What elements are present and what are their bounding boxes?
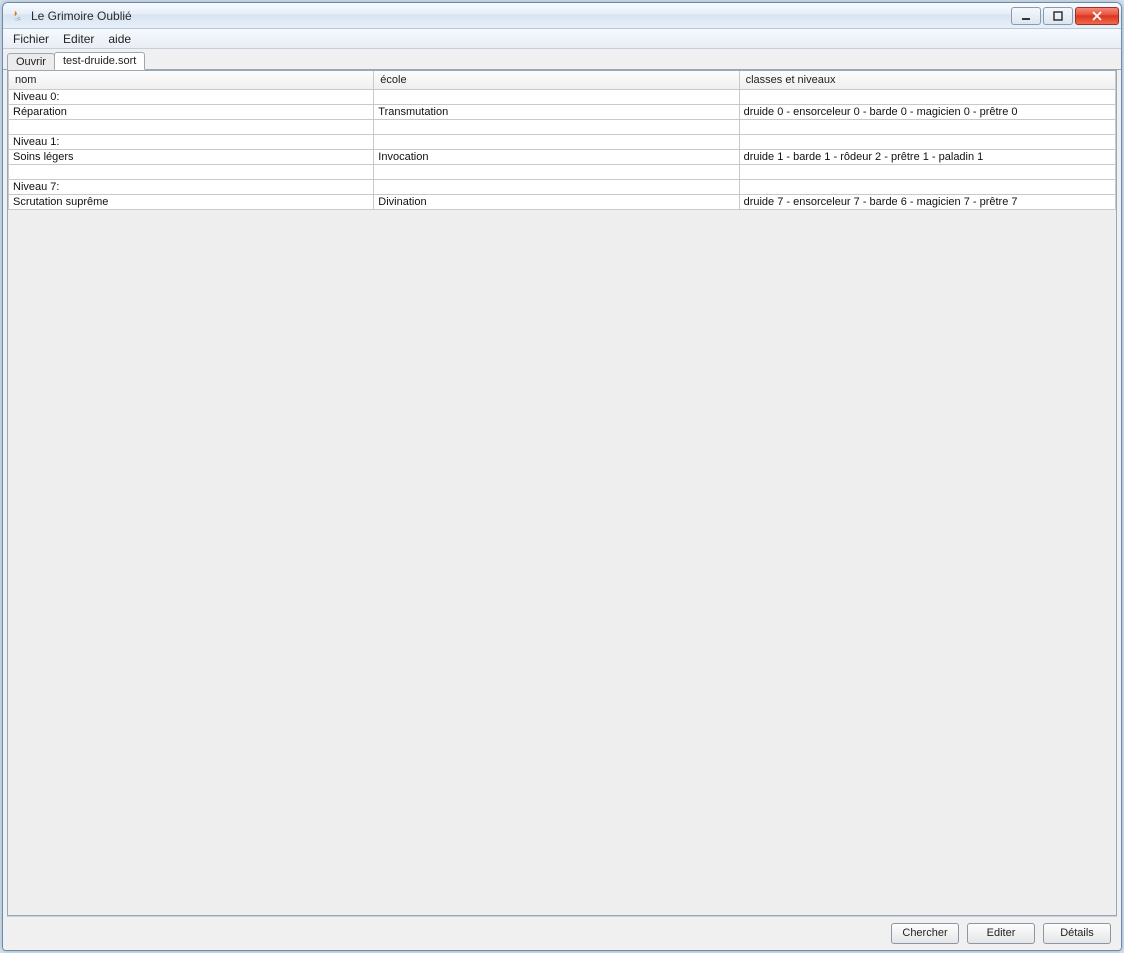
table-row[interactable] xyxy=(9,165,1116,180)
menubar: Fichier Editer aide xyxy=(3,29,1121,49)
tab-row: Ouvrir test-druide.sort xyxy=(3,49,1121,70)
menu-file[interactable]: Fichier xyxy=(7,31,55,47)
search-button[interactable]: Chercher xyxy=(891,923,959,944)
titlebar: Le Grimoire Oublié xyxy=(3,3,1121,29)
close-button[interactable] xyxy=(1075,7,1119,25)
close-icon xyxy=(1092,11,1102,21)
table-row[interactable]: Réparation Transmutation druide 0 - enso… xyxy=(9,105,1116,120)
tab-file[interactable]: test-druide.sort xyxy=(54,52,145,70)
col-header-classes[interactable]: classes et niveaux xyxy=(739,71,1115,90)
table-row[interactable]: Niveau 1: xyxy=(9,135,1116,150)
cell-school xyxy=(374,90,739,105)
table-container: nom école classes et niveaux Niveau 0: R… xyxy=(7,70,1117,916)
cell-classes: druide 7 - ensorceleur 7 - barde 6 - mag… xyxy=(739,195,1115,210)
col-header-name[interactable]: nom xyxy=(9,71,374,90)
table-row[interactable]: Niveau 0: xyxy=(9,90,1116,105)
cell-name xyxy=(9,165,374,180)
table-row[interactable]: Niveau 7: xyxy=(9,180,1116,195)
window-controls xyxy=(1009,7,1119,25)
cell-school xyxy=(374,180,739,195)
spell-table[interactable]: nom école classes et niveaux Niveau 0: R… xyxy=(8,71,1116,210)
cell-name: Réparation xyxy=(9,105,374,120)
minimize-icon xyxy=(1021,11,1031,21)
cell-school xyxy=(374,120,739,135)
cell-school xyxy=(374,165,739,180)
cell-name: Scrutation suprême xyxy=(9,195,374,210)
table-row[interactable] xyxy=(9,120,1116,135)
cell-school: Invocation xyxy=(374,150,739,165)
cell-classes xyxy=(739,90,1115,105)
details-button[interactable]: Détails xyxy=(1043,923,1111,944)
cell-name xyxy=(9,120,374,135)
menu-edit[interactable]: Editer xyxy=(57,31,100,47)
maximize-button[interactable] xyxy=(1043,7,1073,25)
edit-button[interactable]: Editer xyxy=(967,923,1035,944)
cell-name: Niveau 0: xyxy=(9,90,374,105)
cell-classes xyxy=(739,120,1115,135)
footer-button-bar: Chercher Editer Détails xyxy=(7,916,1117,946)
table-header-row: nom école classes et niveaux xyxy=(9,71,1116,90)
java-icon xyxy=(9,8,25,24)
cell-name: Niveau 1: xyxy=(9,135,374,150)
cell-classes: druide 0 - ensorceleur 0 - barde 0 - mag… xyxy=(739,105,1115,120)
cell-name: Niveau 7: xyxy=(9,180,374,195)
content-area: nom école classes et niveaux Niveau 0: R… xyxy=(3,70,1121,950)
table-empty-area xyxy=(8,210,1116,915)
minimize-button[interactable] xyxy=(1011,7,1041,25)
col-header-school[interactable]: école xyxy=(374,71,739,90)
table-row[interactable]: Scrutation suprême Divination druide 7 -… xyxy=(9,195,1116,210)
tab-open[interactable]: Ouvrir xyxy=(7,53,55,70)
cell-classes xyxy=(739,165,1115,180)
cell-classes: druide 1 - barde 1 - rôdeur 2 - prêtre 1… xyxy=(739,150,1115,165)
cell-classes xyxy=(739,180,1115,195)
table-row[interactable]: Soins légers Invocation druide 1 - barde… xyxy=(9,150,1116,165)
cell-classes xyxy=(739,135,1115,150)
cell-school xyxy=(374,135,739,150)
app-window: Le Grimoire Oublié Fichier Editer aide O… xyxy=(2,2,1122,951)
window-title: Le Grimoire Oublié xyxy=(31,9,132,23)
maximize-icon xyxy=(1053,11,1063,21)
cell-school: Transmutation xyxy=(374,105,739,120)
cell-name: Soins légers xyxy=(9,150,374,165)
menu-help[interactable]: aide xyxy=(102,31,137,47)
cell-school: Divination xyxy=(374,195,739,210)
